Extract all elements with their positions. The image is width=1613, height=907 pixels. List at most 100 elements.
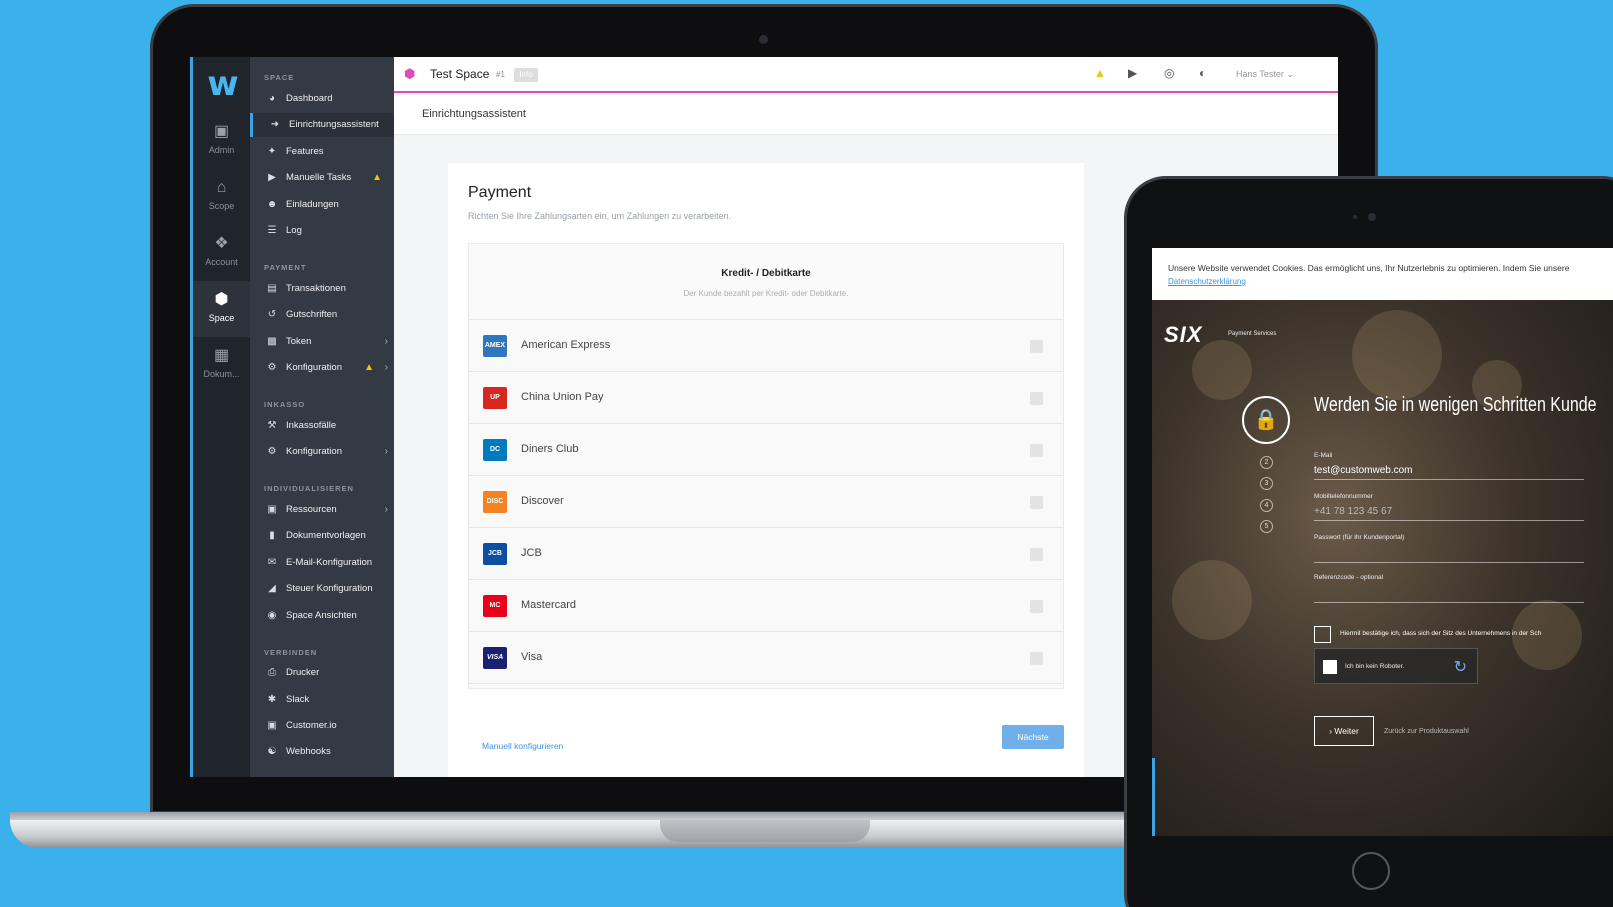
laptop-notch [660,820,870,842]
confirm-checkbox[interactable] [1314,626,1331,643]
password-field[interactable] [1314,562,1584,563]
sidebar-item-label: Space Ansichten [286,610,357,621]
globe-icon[interactable]: ◐ [1199,66,1206,80]
payment-method-row[interactable]: MC Mastercard [469,580,1063,632]
referral-label: Referenzcode - optional [1314,574,1384,581]
weiter-label: Weiter [1334,726,1359,736]
email-field[interactable]: test@customweb.com [1314,465,1584,480]
sidebar-item-webhooks[interactable]: ☯ Webhooks [250,740,394,764]
sidebar-item-konfiguration-payment[interactable]: ⚙ Konfiguration ▲ › [250,356,394,380]
space-number: #1 [496,70,505,79]
brand-logo[interactable]: w [203,67,243,101]
undo-icon: ↺ [267,309,277,320]
payment-method-checkbox[interactable] [1030,548,1043,561]
tablet-sensor [1353,215,1357,219]
chevron-right-icon: › [384,446,388,457]
gear-icon: ⚙ [267,446,277,457]
megaphone-icon: ▶ [268,172,276,183]
slack-icon: ✱ [267,694,277,705]
rail-item-scope[interactable]: ⌂ Scope [193,169,250,225]
sidebar-item-label: Konfiguration [286,362,342,373]
space-name[interactable]: Test Space [430,67,489,81]
captcha-label: Ich bin kein Roboter. [1345,663,1405,670]
group-header: Kredit- / Debitkarte Der Kunde bezahlt p… [469,244,1063,320]
sidebar-item-label: Manuelle Tasks [286,172,352,183]
visa-logo-icon: VISA [483,647,507,669]
phone-field[interactable]: +41 78 123 45 67 [1314,506,1584,521]
recaptcha-icon: ↻ [1453,659,1467,676]
next-button[interactable]: Nächste [1002,725,1064,749]
info-badge[interactable]: Info [514,68,538,82]
payment-method-checkbox[interactable] [1030,444,1043,457]
section-individualisieren: INDIVIDUALISIEREN [264,484,354,493]
sidebar-item-konfiguration-inkasso[interactable]: ⚙ Konfiguration › [250,440,394,464]
sidebar-item-dashboard[interactable]: ◕ Dashboard [250,87,394,111]
captcha-checkbox[interactable] [1323,660,1337,674]
tablet-screen: Unsere Website verwendet Cookies. Das er… [1152,248,1613,836]
sidebar-item-steuer-konfiguration[interactable]: ◢ Steuer Konfiguration [250,577,394,601]
manual-configure-link[interactable]: Manuell konfigurieren [482,741,563,751]
user-menu[interactable]: Hans Tester ⌄ [1236,69,1294,80]
rail-item-account[interactable]: ❖ Account [193,225,250,281]
sidebar-item-label: Dashboard [286,93,333,104]
privacy-link[interactable]: Datenschutzerklärung [1168,277,1246,286]
sidebar-item-label: Drucker [286,667,320,678]
payment-method-checkbox[interactable] [1030,340,1043,353]
captcha-widget: Ich bin kein Roboter. ↻ [1314,648,1478,684]
sidebar-item-email-konfiguration[interactable]: ✉ E-Mail-Konfiguration [250,551,394,575]
step-indicator: 5 [1260,520,1273,533]
payment-method-checkbox[interactable] [1030,392,1043,405]
sidebar-item-manuelle-tasks[interactable]: ▶ Manuelle Tasks ▲ [250,166,394,190]
payment-method-row[interactable]: VISA Visa [469,632,1063,684]
page-title: Einrichtungsassistent [422,108,526,120]
tablet-accent-bar [1152,758,1155,836]
payment-method-checkbox[interactable] [1030,652,1043,665]
sidebar-item-space-ansichten[interactable]: ◉ Space Ansichten [250,604,394,628]
sidebar-item-label: Einladungen [286,199,339,210]
payment-method-checkbox[interactable] [1030,600,1043,613]
sidebar-item-slack[interactable]: ✱ Slack [250,688,394,712]
cube-icon: ⬢ [214,291,229,308]
rail-item-space[interactable]: ⬢ Space [193,281,250,337]
warning-icon: ▲ [364,362,374,373]
sidebar-item-ressourcen[interactable]: ▣ Ressourcen › [250,498,394,522]
sidebar-item-transaktionen[interactable]: ▤ Transaktionen [250,277,394,301]
payment-method-label: Discover [521,495,564,507]
sidebar-item-log[interactable]: ☰ Log [250,219,394,243]
referral-field[interactable] [1314,602,1584,603]
payment-method-label: JCB [521,547,542,559]
payment-method-row[interactable]: DISC Discover [469,476,1063,528]
rail-item-dokumentation[interactable]: ▦ Dokum... [193,337,250,393]
payment-method-row[interactable]: UP China Union Pay [469,372,1063,424]
payment-method-row[interactable]: DC Diners Club [469,424,1063,476]
payment-method-checkbox[interactable] [1030,496,1043,509]
rail-item-label: Space [208,313,235,323]
sidebar-item-einrichtungsassistent[interactable]: ➜ Einrichtungsassistent [250,113,394,137]
chevron-right-icon: › [1329,726,1333,736]
sidebar-item-customerio[interactable]: ▣ Customer.io [250,714,394,738]
sidebar-item-drucker[interactable]: ⎙ Drucker [250,661,394,685]
help-icon[interactable]: ◎ [1164,66,1174,80]
weiter-button[interactable]: › Weiter [1314,716,1374,746]
six-subtitle: Payment Services [1228,331,1277,337]
back-link[interactable]: Zurück zur Produktauswahl [1384,728,1469,735]
payment-method-row[interactable]: AMEX American Express [469,320,1063,372]
sidebar-item-dokumentvorlagen[interactable]: ▮ Dokumentvorlagen [250,524,394,548]
rail-item-admin[interactable]: ▣ Admin [193,113,250,169]
sidebar-item-inkassofaelle[interactable]: ⚒ Inkassofälle [250,414,394,438]
sidebar-item-label: Webhooks [286,746,331,757]
image-icon: ▣ [267,504,277,515]
sidebar-item-token[interactable]: ▩ Token › [250,330,394,354]
warning-icon[interactable]: ▲ [1094,66,1106,80]
sidebar-item-einladungen[interactable]: ☻ Einladungen [250,193,394,217]
sidebar-item-features[interactable]: ✦ Features [250,140,394,164]
section-payment: PAYMENT [264,263,307,272]
sidebar-item-label: Konfiguration [286,446,342,457]
sidebar-item-gutschriften[interactable]: ↺ Gutschriften [250,303,394,327]
mastercard-logo-icon: MC [483,595,507,617]
payment-method-row[interactable]: JCB JCB [469,528,1063,580]
megaphone-icon[interactable]: ▶ [1128,66,1137,80]
section-verbinden: VERBINDEN [264,648,318,657]
rail-item-label: Admin [208,145,235,155]
sidebar-item-label: Ressourcen [286,504,337,515]
